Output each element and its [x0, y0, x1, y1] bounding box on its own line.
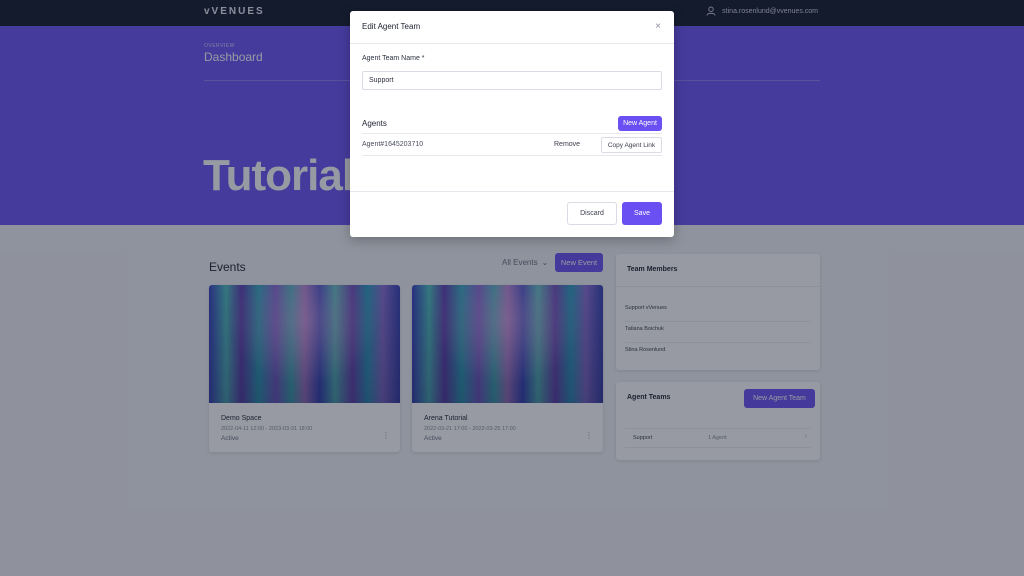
modal-header: Edit Agent Team × [350, 11, 674, 44]
discard-button[interactable]: Discard [567, 202, 617, 225]
team-name-label: Agent Team Name * [362, 55, 425, 62]
modal-footer-divider [350, 191, 674, 192]
copy-agent-link-button[interactable]: Copy Agent Link [601, 137, 662, 153]
modal-title: Edit Agent Team [362, 22, 421, 31]
new-agent-button[interactable]: New Agent [618, 116, 662, 131]
team-name-input[interactable] [362, 71, 662, 90]
agent-id: Agent#1645203710 [362, 141, 424, 148]
agents-heading: Agents [362, 119, 387, 128]
agent-row: Agent#1645203710 Remove Copy Agent Link [362, 133, 662, 156]
remove-agent-button[interactable]: Remove [554, 141, 580, 148]
close-icon[interactable]: × [655, 21, 661, 32]
edit-agent-team-modal: Edit Agent Team × Agent Team Name * Agen… [350, 11, 674, 237]
save-button[interactable]: Save [622, 202, 662, 225]
